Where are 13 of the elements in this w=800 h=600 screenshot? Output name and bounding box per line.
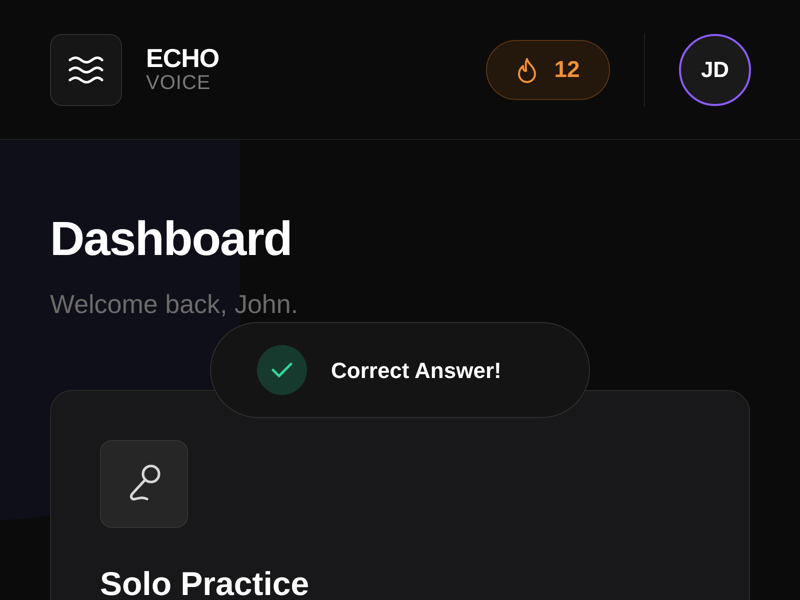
page-title: Dashboard	[50, 214, 293, 267]
welcome-text: Welcome back, John.	[50, 288, 300, 320]
logo-button[interactable]	[50, 34, 122, 106]
check-icon	[257, 345, 307, 395]
waves-icon	[68, 56, 104, 84]
flame-icon	[516, 56, 538, 82]
brand-tagline: VOICE	[146, 72, 212, 94]
card-title: Solo Practice	[100, 566, 310, 600]
avatar[interactable]: JD	[679, 34, 751, 106]
streak-counter[interactable]: 12	[486, 40, 610, 100]
toast-message: Correct Answer!	[331, 356, 502, 384]
practice-card[interactable]: Solo Practice	[50, 390, 750, 600]
brand-name: ECHO	[146, 44, 220, 72]
